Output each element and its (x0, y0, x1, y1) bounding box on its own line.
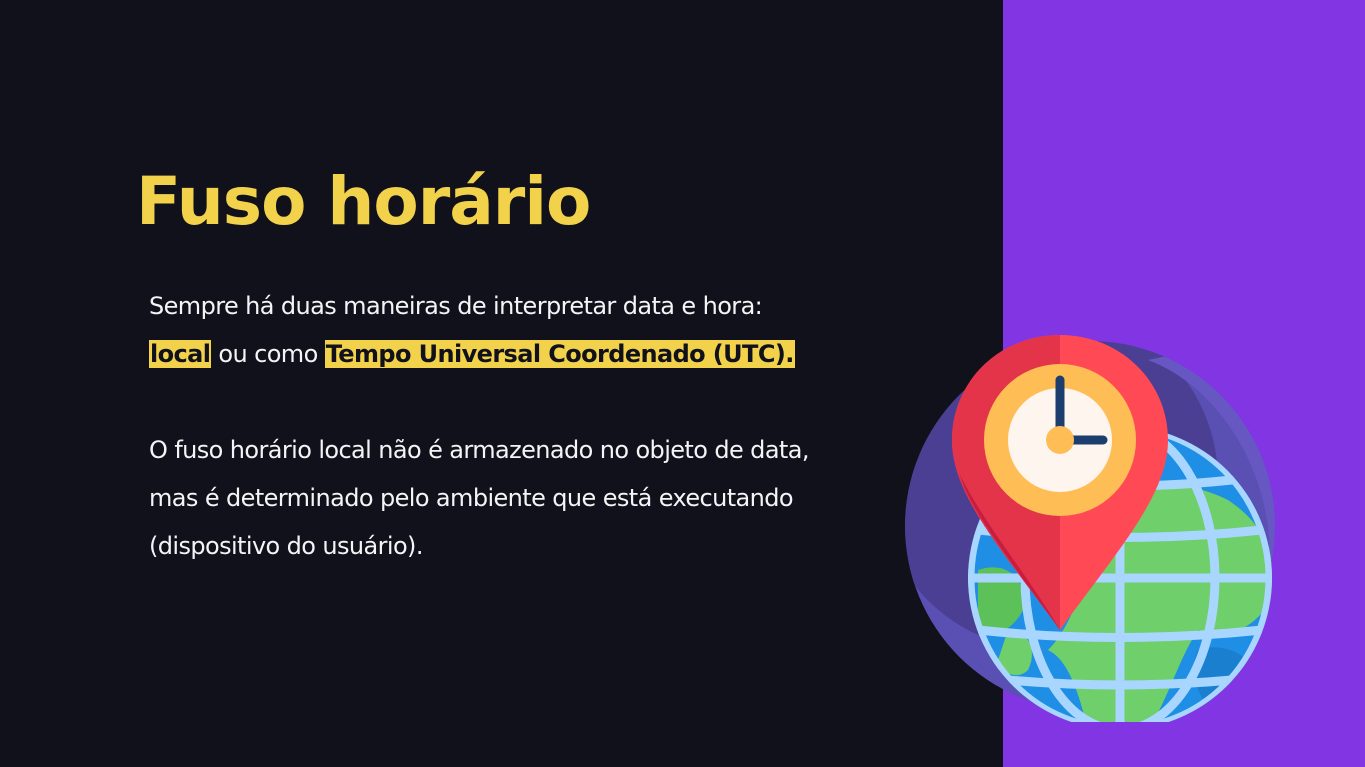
globe-location-pin-clock-icon (905, 335, 1275, 722)
intro-paragraph: Sempre há duas maneiras de interpretar d… (149, 282, 795, 378)
explanation-paragraph: O fuso horário local não é armazenado no… (149, 426, 809, 570)
intro-line-1: Sempre há duas maneiras de interpretar d… (149, 292, 763, 320)
explanation-line-3: (dispositivo do usuário). (149, 532, 423, 560)
slide-title: Fuso horário (136, 163, 591, 240)
explanation-line-2: mas é determinado pelo ambiente que está… (149, 484, 794, 512)
explanation-line-1: O fuso horário local não é armazenado no… (149, 436, 809, 464)
highlight-local: local (149, 340, 212, 368)
intro-connector: ou como (211, 340, 325, 368)
clock-icon (984, 364, 1136, 516)
highlight-utc: Tempo Universal Coordenado (UTC). (324, 340, 795, 368)
slide: Fuso horário Sempre há duas maneiras de … (0, 0, 1365, 767)
